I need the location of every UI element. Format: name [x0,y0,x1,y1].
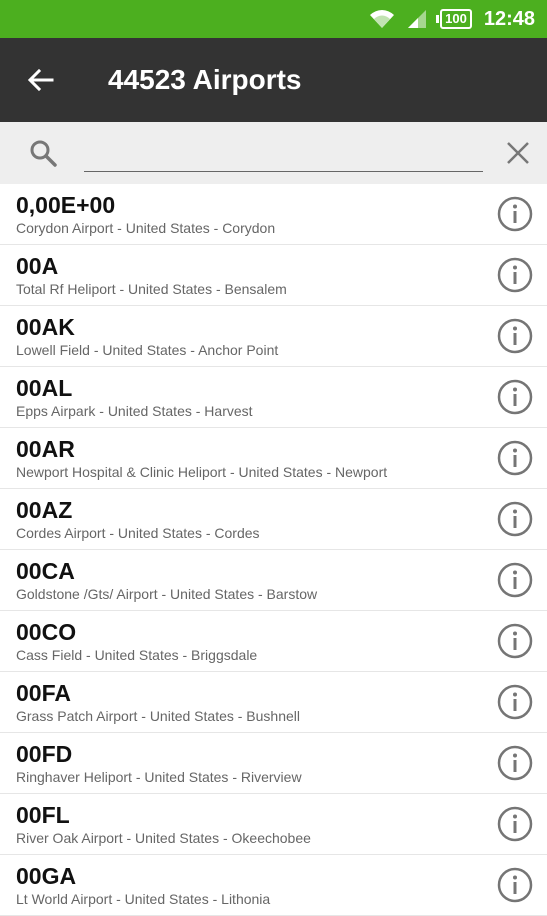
info-icon[interactable] [497,745,533,781]
airport-code: 0,00E+00 [16,191,116,218]
info-icon[interactable] [497,440,533,476]
airport-code: 00AL [16,374,73,401]
airport-description: Epps Airpark - United States - Harvest [16,402,253,419]
list-item[interactable]: 00FD Ringhaver Heliport - United States … [0,733,547,794]
info-icon[interactable] [497,257,533,293]
search-input[interactable] [84,134,483,172]
info-icon[interactable] [497,318,533,354]
list-item[interactable]: 0,00E+00 Corydon Airport - United States… [0,184,547,245]
info-icon[interactable] [497,623,533,659]
list-item[interactable]: 00AZ Cordes Airport - United States - Co… [0,489,547,550]
search-icon [28,138,62,168]
list-item[interactable]: 00AR Newport Hospital & Clinic Heliport … [0,428,547,489]
airport-description: Lt World Airport - United States - Litho… [16,890,271,907]
airport-description: Goldstone /Gts/ Airport - United States … [16,585,318,602]
info-icon[interactable] [497,379,533,415]
airport-code: 00AZ [16,496,73,523]
airport-code: 00AK [16,313,75,340]
airport-description: Total Rf Heliport - United States - Bens… [16,280,287,297]
airport-list: 0,00E+00 Corydon Airport - United States… [0,184,547,916]
info-icon[interactable] [497,562,533,598]
airport-code: 00AR [16,435,75,462]
airport-code: 00FA [16,679,71,706]
search-bar [0,122,547,184]
airport-code: 00FD [16,740,73,767]
airport-description: Ringhaver Heliport - United States - Riv… [16,768,302,785]
airport-description: Corydon Airport - United States - Corydo… [16,219,276,236]
info-icon[interactable] [497,684,533,720]
signal-icon [406,8,428,30]
list-item[interactable]: 00AL Epps Airpark - United States - Harv… [0,367,547,428]
list-item[interactable]: 00FL River Oak Airport - United States -… [0,794,547,855]
airport-description: Lowell Field - United States - Anchor Po… [16,341,279,358]
status-bar: 100 12:48 [0,0,547,38]
page-title: 44523 Airports [108,64,302,95]
info-icon[interactable] [497,196,533,232]
battery-indicator: 100 [436,9,472,29]
back-arrow-icon[interactable] [26,66,76,94]
airport-description: Cass Field - United States - Briggsdale [16,646,258,663]
airport-code: 00GA [16,862,77,889]
airport-description: River Oak Airport - United States - Okee… [16,829,311,846]
list-item[interactable]: 00AK Lowell Field - United States - Anch… [0,306,547,367]
airport-code: 00CO [16,618,77,645]
airport-description: Grass Patch Airport - United States - Bu… [16,707,301,724]
list-item[interactable]: 00CA Goldstone /Gts/ Airport - United St… [0,550,547,611]
list-item[interactable]: 00A Total Rf Heliport - United States - … [0,245,547,306]
wifi-icon [368,8,396,30]
airport-code: 00FL [16,801,70,828]
clock: 12:48 [483,7,535,30]
airport-code: 00CA [16,557,75,584]
list-item[interactable]: 00FA Grass Patch Airport - United States… [0,672,547,733]
info-icon[interactable] [497,806,533,842]
info-icon[interactable] [497,867,533,903]
list-item[interactable]: 00CO Cass Field - United States - Briggs… [0,611,547,672]
clear-search-icon[interactable] [505,140,531,166]
airport-description: Newport Hospital & Clinic Heliport - Uni… [16,463,388,480]
airport-description: Cordes Airport - United States - Cordes [16,524,260,541]
list-item[interactable]: 00GA Lt World Airport - United States - … [0,855,547,916]
info-icon[interactable] [497,501,533,537]
airport-code: 00A [16,252,59,279]
app-toolbar: 44523 Airports [0,38,547,122]
